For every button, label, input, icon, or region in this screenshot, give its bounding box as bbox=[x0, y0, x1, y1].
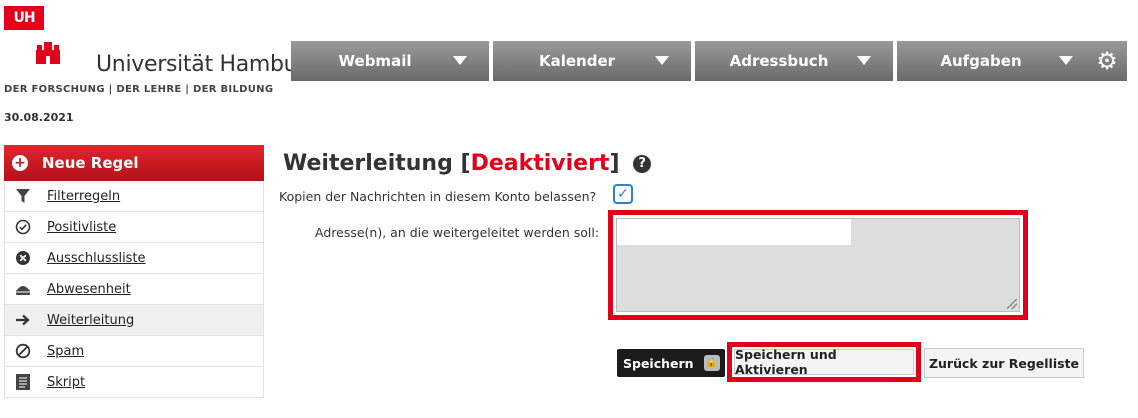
address-highlight bbox=[608, 210, 1028, 320]
address-textarea[interactable] bbox=[616, 218, 1020, 312]
university-tagline: DER FORSCHUNG | DER LEHRE | DER BILDUNG bbox=[4, 84, 274, 95]
top-navigation: Webmail Kalender Adressbuch Aufgaben bbox=[291, 41, 1095, 81]
settings-button[interactable]: ⚙ bbox=[1087, 41, 1127, 81]
arrow-right-icon bbox=[15, 312, 31, 328]
nav-kalender-label: Kalender bbox=[538, 52, 616, 70]
new-rule-label: Neue Regel bbox=[42, 154, 139, 172]
check-circle-icon bbox=[15, 219, 31, 235]
status-badge: Deaktiviert bbox=[470, 151, 610, 176]
checkmark-icon: ✓ bbox=[617, 186, 629, 202]
address-label: Adresse(n), an die weitergeleitet werden… bbox=[315, 225, 600, 240]
nav-webmail[interactable]: Webmail bbox=[291, 41, 489, 81]
sidebar-item-label: Skript bbox=[47, 374, 86, 390]
gear-icon: ⚙ bbox=[1096, 47, 1118, 75]
save-activate-highlight: Speichern und Aktivieren bbox=[727, 342, 921, 382]
hamburg-crest-icon bbox=[36, 42, 60, 64]
nav-aufgaben[interactable]: Aufgaben bbox=[897, 41, 1095, 81]
status-bracket-close: ] bbox=[609, 151, 620, 176]
university-name: Universität Hamburg bbox=[96, 52, 320, 77]
sidebar-item-spam[interactable]: Spam bbox=[4, 336, 264, 367]
back-to-rules-button[interactable]: Zurück zur Regelliste bbox=[924, 348, 1084, 378]
sidebar-item-filterregeln[interactable]: Filterregeln bbox=[4, 181, 264, 212]
nav-webmail-label: Webmail bbox=[338, 52, 412, 70]
sidebar-item-label: Weiterleitung bbox=[47, 312, 135, 328]
save-button-label: Speichern bbox=[623, 355, 694, 371]
sidebar-item-label: Positivliste bbox=[47, 219, 117, 235]
lock-icon: 🔒 bbox=[703, 355, 720, 371]
chevron-down-icon[interactable] bbox=[1059, 56, 1073, 65]
save-and-activate-label: Speichern und Aktivieren bbox=[735, 347, 837, 377]
save-and-activate-button[interactable]: Speichern und Aktivieren bbox=[734, 347, 914, 377]
plus-circle-icon: + bbox=[12, 155, 28, 171]
uhh-logo: UH bbox=[4, 6, 44, 30]
chevron-down-icon[interactable] bbox=[857, 56, 871, 65]
sidebar-item-label: Filterregeln bbox=[47, 188, 121, 204]
nav-adressbuch-label: Adressbuch bbox=[729, 52, 829, 70]
keep-copy-label: Kopien der Nachrichten in diesem Konto b… bbox=[279, 189, 597, 204]
help-icon[interactable]: ? bbox=[633, 155, 652, 173]
nav-aufgaben-label: Aufgaben bbox=[940, 52, 1022, 70]
sidebar-item-weiterleitung[interactable]: Weiterleitung bbox=[4, 305, 264, 336]
sidebar: + Neue Regel Filterregeln Positivliste A… bbox=[4, 145, 264, 398]
status-bracket-open: [ bbox=[460, 151, 471, 176]
sidebar-item-ausschlussliste[interactable]: Ausschlussliste bbox=[4, 243, 264, 274]
resize-grip-icon[interactable] bbox=[1007, 299, 1017, 309]
address-value bbox=[617, 219, 851, 245]
sidebar-item-skript[interactable]: Skript bbox=[4, 367, 264, 398]
current-date: 30.08.2021 bbox=[4, 111, 74, 124]
save-button[interactable]: Speichern 🔒 bbox=[617, 349, 725, 377]
sidebar-item-abwesenheit[interactable]: Abwesenheit bbox=[4, 274, 264, 305]
keep-copy-checkbox[interactable]: ✓ bbox=[613, 184, 633, 204]
page-title-text: Weiterleitung bbox=[283, 151, 453, 176]
new-rule-button[interactable]: + Neue Regel bbox=[4, 145, 264, 181]
page-title: Weiterleitung [Deaktiviert] ? bbox=[283, 151, 652, 176]
back-to-rules-label: Zurück zur Regelliste bbox=[928, 355, 1080, 371]
nav-adressbuch[interactable]: Adressbuch bbox=[695, 41, 893, 81]
sidebar-item-label: Ausschlussliste bbox=[47, 250, 146, 266]
sidebar-item-positivliste[interactable]: Positivliste bbox=[4, 212, 264, 243]
chevron-down-icon[interactable] bbox=[453, 56, 467, 65]
nav-kalender[interactable]: Kalender bbox=[493, 41, 691, 81]
filter-icon bbox=[15, 188, 31, 204]
forbidden-icon bbox=[15, 343, 31, 359]
cake-icon bbox=[15, 281, 31, 297]
x-circle-icon bbox=[15, 250, 31, 266]
chevron-down-icon[interactable] bbox=[655, 56, 669, 65]
sidebar-item-label: Spam bbox=[47, 343, 85, 359]
sidebar-item-label: Abwesenheit bbox=[47, 281, 131, 297]
document-icon bbox=[15, 374, 31, 390]
